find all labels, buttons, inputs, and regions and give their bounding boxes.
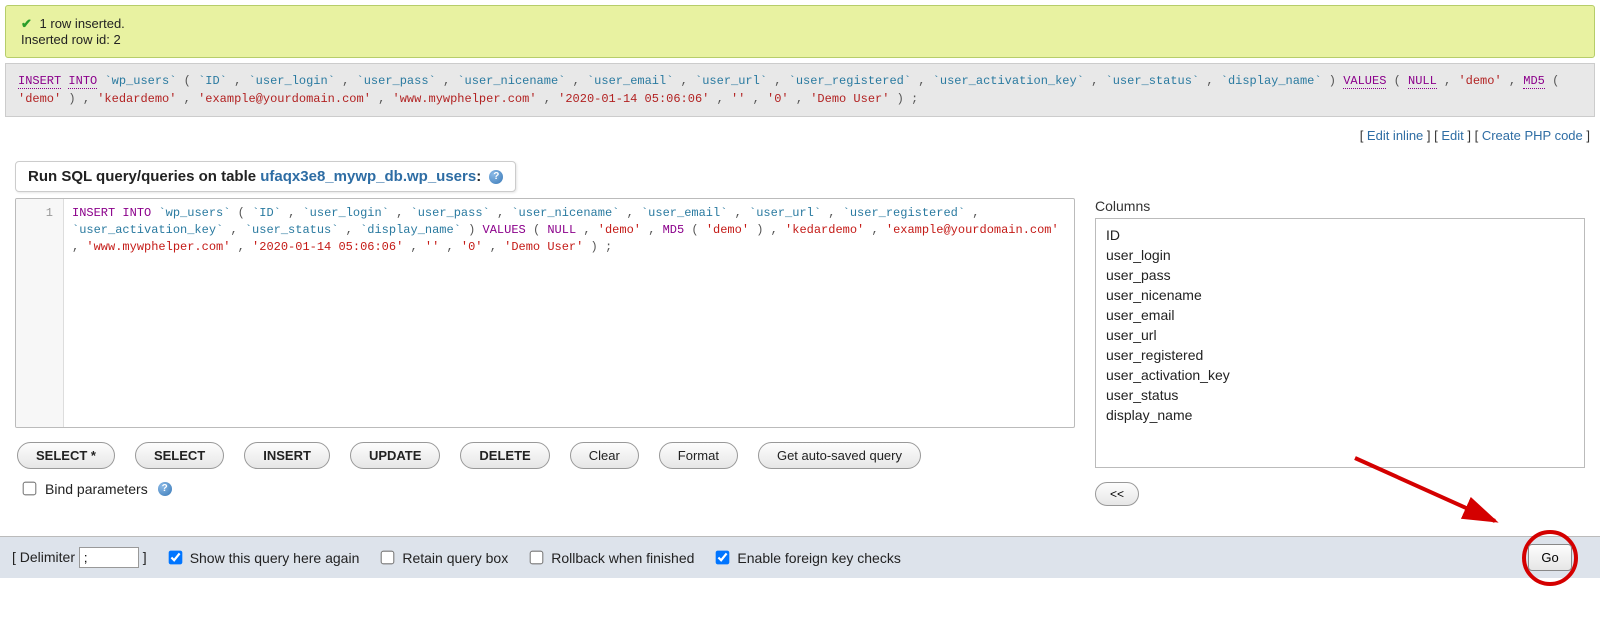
help-icon[interactable]: ?	[489, 170, 503, 184]
format-button[interactable]: Format	[659, 442, 738, 469]
delete-button[interactable]: DELETE	[460, 442, 549, 469]
edit-inline-link[interactable]: Edit inline	[1367, 128, 1423, 143]
move-left-button[interactable]: <<	[1095, 482, 1139, 506]
retain-checkbox[interactable]	[381, 551, 395, 565]
bottom-bar: [ Delimiter ] Show this query here again…	[0, 536, 1600, 578]
fk-checkbox[interactable]	[716, 551, 730, 565]
column-item[interactable]: ID	[1106, 225, 1574, 245]
success-line1: 1 row inserted.	[40, 16, 125, 31]
create-php-link[interactable]: Create PHP code	[1482, 128, 1583, 143]
sql-editor[interactable]: 1 INSERT INTO `wp_users` ( `ID` , `user_…	[15, 198, 1075, 428]
column-item[interactable]: user_registered	[1106, 345, 1574, 365]
column-item[interactable]: user_login	[1106, 245, 1574, 265]
column-item[interactable]: display_name	[1106, 405, 1574, 425]
select-button[interactable]: SELECT	[135, 442, 224, 469]
column-item[interactable]: user_url	[1106, 325, 1574, 345]
delimiter-label: Delimiter	[20, 549, 75, 565]
column-item[interactable]: user_email	[1106, 305, 1574, 325]
success-line2: Inserted row id: 2	[21, 32, 121, 47]
success-message: ✔ 1 row inserted. Inserted row id: 2	[5, 5, 1595, 58]
editor-gutter: 1	[16, 199, 64, 427]
sql-tab-title: Run SQL query/queries on table ufaqx3e8_…	[15, 161, 516, 192]
check-icon: ✔	[21, 16, 32, 31]
column-item[interactable]: user_activation_key	[1106, 365, 1574, 385]
table-link[interactable]: ufaqx3e8_mywp_db.wp_users	[260, 168, 476, 185]
insert-button[interactable]: INSERT	[244, 442, 330, 469]
show-again-label: Show this query here again	[190, 550, 360, 566]
fk-label: Enable foreign key checks	[737, 550, 900, 566]
rollback-label: Rollback when finished	[551, 550, 694, 566]
help-icon[interactable]: ?	[158, 482, 172, 496]
go-button[interactable]: Go	[1528, 544, 1571, 571]
edit-link[interactable]: Edit	[1441, 128, 1463, 143]
show-again-checkbox[interactable]	[168, 551, 182, 565]
delimiter-input[interactable]	[79, 547, 139, 568]
select-star-button[interactable]: SELECT *	[17, 442, 115, 469]
update-button[interactable]: UPDATE	[350, 442, 440, 469]
bind-parameters-label: Bind parameters	[45, 481, 148, 497]
rollback-checkbox[interactable]	[530, 551, 544, 565]
executed-sql: INSERT INTO `wp_users` ( `ID` , `user_lo…	[5, 63, 1595, 117]
column-item[interactable]: user_status	[1106, 385, 1574, 405]
columns-header: Columns	[1095, 198, 1585, 214]
columns-listbox[interactable]: IDuser_loginuser_passuser_nicenameuser_e…	[1095, 218, 1585, 468]
retain-label: Retain query box	[402, 550, 508, 566]
editor-toolbar: SELECT * SELECT INSERT UPDATE DELETE Cle…	[17, 442, 1073, 469]
bind-parameters-checkbox[interactable]	[23, 482, 37, 496]
action-links: [ Edit inline ] [ Edit ] [ Create PHP co…	[0, 122, 1600, 153]
autosave-button[interactable]: Get auto-saved query	[758, 442, 921, 469]
clear-button[interactable]: Clear	[570, 442, 639, 469]
column-item[interactable]: user_pass	[1106, 265, 1574, 285]
column-item[interactable]: user_nicename	[1106, 285, 1574, 305]
